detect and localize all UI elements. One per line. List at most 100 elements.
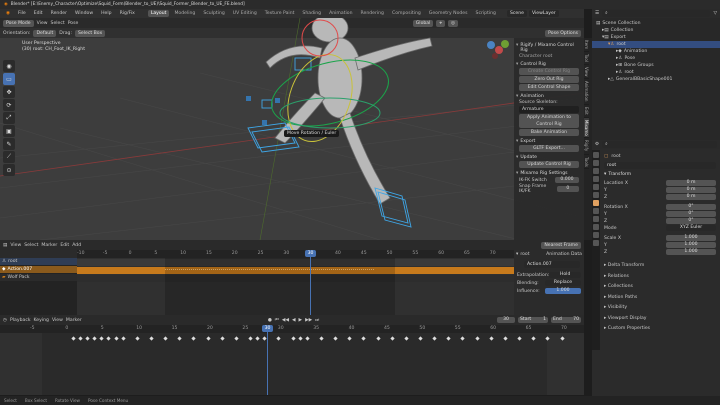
- blending-select[interactable]: Replace: [545, 280, 581, 286]
- tab-rigify[interactable]: Rigify: [584, 138, 589, 155]
- influence-field[interactable]: 1.000: [545, 288, 581, 294]
- keyframe-marker[interactable]: [149, 336, 154, 341]
- location-y-field[interactable]: 0 m: [666, 187, 716, 193]
- panel-viewport-display[interactable]: ▸ Viewport Display: [604, 314, 720, 325]
- navigation-gizmo[interactable]: [487, 40, 509, 59]
- timeline-editor[interactable]: ◷ Playback Keying View Marker ● ⏮ ◀◀ ◀ ▶…: [0, 315, 584, 395]
- keyframe-marker[interactable]: [163, 336, 168, 341]
- keyframe-marker[interactable]: [531, 336, 536, 341]
- keyframe-marker[interactable]: [559, 336, 565, 341]
- filter-icon[interactable]: ▽: [713, 11, 717, 16]
- tab-uv-editing[interactable]: UV Editing: [230, 10, 260, 17]
- nla-menu-edit[interactable]: Edit: [60, 243, 69, 248]
- scale-x-field[interactable]: 1.000: [666, 235, 716, 241]
- keyframe-marker[interactable]: [135, 336, 140, 341]
- keyframe-marker[interactable]: [276, 336, 282, 341]
- tab-view[interactable]: View: [584, 65, 589, 80]
- ik-fk-field[interactable]: 0.000: [555, 177, 579, 183]
- nla-menu-add[interactable]: Add: [72, 243, 81, 248]
- menu-window[interactable]: Window: [72, 10, 96, 17]
- render-tab-icon[interactable]: [593, 160, 599, 166]
- keyframe-marker[interactable]: [460, 336, 466, 341]
- panel-relations[interactable]: ▸ Relations: [604, 272, 720, 283]
- keyframe-marker[interactable]: [361, 336, 366, 341]
- keyframe-marker[interactable]: [390, 336, 395, 341]
- properties-search-input[interactable]: ⌕: [602, 141, 717, 148]
- rotation-mode-select[interactable]: XYZ Euler: [666, 225, 716, 231]
- strip-tab-icon[interactable]: ▾: [516, 252, 518, 257]
- tab-animation-side[interactable]: Animation: [584, 79, 589, 105]
- armature-data-tab-icon[interactable]: [593, 232, 599, 238]
- keyframe-marker[interactable]: [375, 336, 381, 341]
- world-tab-icon[interactable]: [593, 192, 599, 198]
- transform-tool-icon[interactable]: ▣: [3, 125, 15, 137]
- menu-file[interactable]: File: [15, 10, 29, 17]
- annotate-tool-icon[interactable]: ✎: [3, 138, 15, 150]
- next-keyframe-button[interactable]: ▶▶: [305, 318, 312, 323]
- tool-tab-icon[interactable]: [593, 152, 599, 158]
- keyframe-marker[interactable]: [545, 336, 551, 341]
- keyframe-marker[interactable]: [446, 336, 451, 341]
- keyframe-marker[interactable]: [71, 336, 76, 341]
- rotate-tool-icon[interactable]: ⟳: [3, 99, 15, 111]
- tab-item[interactable]: Item: [584, 38, 589, 53]
- keyframe-marker[interactable]: [99, 336, 105, 341]
- start-frame-field[interactable]: Start 1: [518, 317, 548, 323]
- tab-sculpting[interactable]: Sculpting: [200, 10, 227, 17]
- character-mesh[interactable]: [265, 18, 433, 205]
- view-layer-tab-icon[interactable]: [593, 176, 599, 182]
- apply-animation-button[interactable]: Apply Animation to Control Rig: [519, 114, 579, 128]
- tab-animation[interactable]: Animation: [326, 10, 355, 17]
- editor-type-icon[interactable]: ◷: [3, 318, 7, 323]
- relax-tool-icon[interactable]: ⊙: [3, 164, 15, 176]
- scale-y-field[interactable]: 1.000: [666, 242, 716, 248]
- properties-type-icon[interactable]: ⚙: [595, 142, 599, 147]
- panel-motion-paths[interactable]: ▸ Motion Paths: [604, 293, 720, 304]
- keyframe-marker[interactable]: [475, 336, 480, 341]
- keyframe-marker[interactable]: [489, 336, 494, 341]
- nla-editor[interactable]: ▤ View Select Marker Edit Add Nearest Fr…: [0, 240, 584, 315]
- section-control-rig[interactable]: Control Rig: [516, 62, 582, 67]
- measure-tool-icon[interactable]: ⟋: [3, 151, 15, 163]
- outliner-item-shape[interactable]: ▸△ GeneralBBasicShape001: [592, 76, 720, 83]
- keyframe-marker[interactable]: [106, 336, 112, 341]
- tab-shading[interactable]: Shading: [299, 10, 324, 17]
- menu-render[interactable]: Render: [48, 10, 70, 17]
- keyframe-marker[interactable]: [333, 336, 338, 341]
- modifier-tab-icon[interactable]: [593, 208, 599, 214]
- rotation-z-field[interactable]: 0°: [666, 218, 716, 224]
- transform-panel-header[interactable]: Transform: [608, 172, 631, 177]
- outliner-item-root-data[interactable]: ▸♙ root: [592, 69, 720, 76]
- tab-tools[interactable]: Tools: [584, 155, 589, 170]
- outliner-item-root[interactable]: ▾♙ root: [592, 41, 720, 48]
- physics-tab-icon[interactable]: [593, 216, 599, 222]
- scene-selector[interactable]: Scene: [506, 10, 527, 17]
- timeline-frame-ruler[interactable]: -5 0 5 10 15 20 25 30 35 40 45 50 55 60 65 70: [0, 325, 584, 333]
- select-box-tool-icon[interactable]: ▭: [3, 73, 15, 85]
- keyframe-marker[interactable]: [517, 336, 522, 341]
- action-name-field[interactable]: Action.007: [524, 261, 580, 268]
- tab-mixamo[interactable]: Mixamo: [584, 117, 589, 139]
- keyframe-marker[interactable]: [78, 336, 83, 341]
- output-tab-icon[interactable]: [593, 168, 599, 174]
- play-button[interactable]: ▶: [299, 318, 303, 323]
- object-name-field[interactable]: root: [604, 162, 716, 169]
- keyframe-marker[interactable]: [177, 336, 182, 341]
- keyframe-marker[interactable]: [255, 336, 260, 341]
- panel-title[interactable]: Rigify / Mixamo Control Rig: [516, 43, 582, 53]
- outliner-item-scene-collection[interactable]: ▤ Scene Collection: [592, 20, 720, 27]
- viewlayer-selector[interactable]: ViewLayer: [528, 10, 559, 17]
- prev-keyframe-button[interactable]: ◀◀: [282, 318, 289, 323]
- keyframe-marker[interactable]: [319, 336, 324, 341]
- outliner-item-bone-groups[interactable]: ▸⊞ Bone Groups: [592, 62, 720, 69]
- nla-menu-view[interactable]: View: [10, 243, 21, 248]
- move-tool-icon[interactable]: ✥: [3, 86, 15, 98]
- nla-menu-marker[interactable]: Marker: [41, 243, 57, 248]
- keyframe-marker[interactable]: [92, 336, 97, 341]
- nla-current-frame[interactable]: 30: [305, 250, 316, 257]
- timeline-current-frame[interactable]: 30: [262, 325, 273, 332]
- record-icon[interactable]: ●: [268, 318, 272, 323]
- tab-texture-paint[interactable]: Texture Paint: [262, 10, 298, 17]
- keyframe-marker[interactable]: [347, 336, 352, 341]
- channel-wolf-pack[interactable]: ▰ Wolf Pack: [0, 274, 77, 281]
